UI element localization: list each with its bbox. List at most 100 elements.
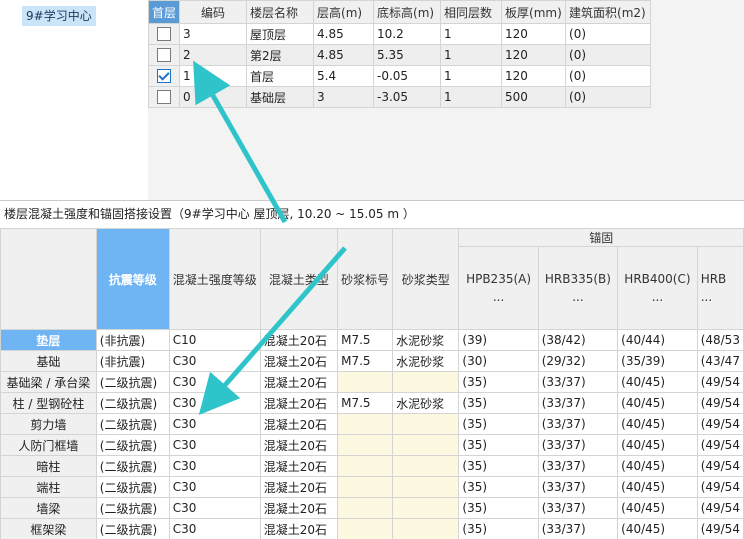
concrete-strength[interactable]: C30 bbox=[168, 497, 261, 519]
concrete-type[interactable]: 混凝土20石 bbox=[259, 413, 339, 435]
col-header-mortar-type[interactable]: 砂浆类型 bbox=[392, 228, 460, 330]
component-name[interactable]: 暗柱 bbox=[0, 455, 97, 477]
concrete-strength[interactable]: C30 bbox=[168, 455, 261, 477]
floor-area[interactable]: (0) bbox=[565, 86, 652, 108]
tree-node-project[interactable]: 9#学习中心 bbox=[22, 6, 96, 26]
floor-area[interactable]: (0) bbox=[565, 44, 652, 66]
component-row[interactable]: 暗柱 (二级抗震) C30 混凝土20石 (35) (33/37) (40/45) (49/5… bbox=[0, 455, 744, 477]
col-header-mortar-grade[interactable]: 砂浆标号 bbox=[337, 228, 394, 330]
col-header-hpb235[interactable]: HPB235(A) ... bbox=[458, 246, 539, 330]
col-header-bottom-elevation[interactable]: 底标高(m) bbox=[373, 0, 442, 24]
anchor-hpb235[interactable]: (35) bbox=[458, 455, 539, 477]
first-floor-checkbox-cell[interactable] bbox=[147, 86, 181, 108]
concrete-type[interactable]: 混凝土20石 bbox=[259, 455, 339, 477]
first-floor-checkbox[interactable] bbox=[157, 48, 171, 63]
anchor-hrb-truncated[interactable]: (49/54 bbox=[696, 413, 744, 435]
anchor-hrb335[interactable]: (38/42) bbox=[537, 329, 619, 351]
floor-code[interactable]: 1 bbox=[179, 65, 248, 87]
mortar-grade[interactable] bbox=[337, 434, 394, 456]
anchor-hrb-truncated[interactable]: (43/47 bbox=[696, 350, 744, 372]
floor-bottom-elevation[interactable]: -0.05 bbox=[373, 65, 442, 87]
floor-name[interactable]: 屋顶层 bbox=[246, 23, 315, 45]
component-row[interactable]: 框架梁 (二级抗震) C30 混凝土20石 (35) (33/37) (40/45) (49/… bbox=[0, 518, 744, 539]
anchor-hrb400[interactable]: (40/45) bbox=[617, 371, 698, 393]
anchor-hrb335[interactable]: (33/37) bbox=[537, 434, 619, 456]
component-row[interactable]: 人防门框墙 (二级抗震) C30 混凝土20石 (35) (33/37) (40/45) (4… bbox=[0, 434, 744, 456]
floor-code[interactable]: 2 bbox=[179, 44, 248, 66]
mortar-type[interactable]: 水泥砂浆 bbox=[392, 392, 460, 414]
component-row[interactable]: 垫层 (非抗震) C10 混凝土20石 M7.5 水泥砂浆 (39) (38/42) (40/4… bbox=[0, 329, 744, 351]
floor-slab-thickness[interactable]: 500 bbox=[501, 86, 567, 108]
component-row[interactable]: 基础梁 / 承台梁 (二级抗震) C30 混凝土20石 (35) (33/37) (40/4… bbox=[0, 371, 744, 393]
mortar-grade[interactable] bbox=[337, 455, 394, 477]
component-row[interactable]: 柱 / 型钢砼柱 (二级抗震) C30 混凝土20石 M7.5 水泥砂浆 (35) (33/3… bbox=[0, 392, 744, 414]
anchor-hrb-truncated[interactable]: (48/53 bbox=[696, 329, 744, 351]
first-floor-checkbox[interactable] bbox=[157, 69, 171, 84]
mortar-grade[interactable]: M7.5 bbox=[337, 392, 394, 414]
floor-same-count[interactable]: 1 bbox=[440, 23, 503, 45]
anchor-hpb235[interactable]: (35) bbox=[458, 371, 539, 393]
anchor-hrb400[interactable]: (40/45) bbox=[617, 413, 698, 435]
mortar-type[interactable] bbox=[392, 497, 460, 519]
floor-area[interactable]: (0) bbox=[565, 65, 652, 87]
first-floor-checkbox-cell[interactable] bbox=[147, 65, 181, 87]
component-name[interactable]: 框架梁 bbox=[0, 518, 97, 539]
mortar-grade[interactable] bbox=[337, 497, 394, 519]
component-name[interactable]: 墙梁 bbox=[0, 497, 97, 519]
anchor-hrb-truncated[interactable]: (49/54 bbox=[696, 392, 744, 414]
floor-same-count[interactable]: 1 bbox=[440, 44, 503, 66]
component-name[interactable]: 剪力墙 bbox=[0, 413, 97, 435]
anchor-hpb235[interactable]: (30) bbox=[458, 350, 539, 372]
floor-name[interactable]: 首层 bbox=[246, 65, 315, 87]
mortar-type[interactable] bbox=[392, 455, 460, 477]
concrete-type[interactable]: 混凝土20石 bbox=[259, 434, 339, 456]
floor-code[interactable]: 0 bbox=[179, 86, 248, 108]
mortar-type[interactable] bbox=[392, 413, 460, 435]
mortar-grade[interactable]: M7.5 bbox=[337, 329, 394, 351]
concrete-strength[interactable]: C30 bbox=[168, 434, 261, 456]
first-floor-checkbox-cell[interactable] bbox=[147, 44, 181, 66]
anchor-hrb335[interactable]: (33/37) bbox=[537, 476, 619, 498]
mortar-grade[interactable]: M7.5 bbox=[337, 350, 394, 372]
first-floor-checkbox[interactable] bbox=[157, 27, 171, 42]
anchor-hrb400[interactable]: (40/45) bbox=[617, 434, 698, 456]
seismic-level[interactable]: (非抗震) bbox=[95, 350, 170, 372]
seismic-level[interactable]: (二级抗震) bbox=[95, 434, 170, 456]
mortar-type[interactable] bbox=[392, 434, 460, 456]
concrete-type[interactable]: 混凝土20石 bbox=[259, 497, 339, 519]
col-header-code[interactable]: 编码 bbox=[179, 0, 248, 24]
component-name[interactable]: 柱 / 型钢砼柱 bbox=[0, 392, 97, 414]
anchor-hrb-truncated[interactable]: (49/54 bbox=[696, 434, 744, 456]
seismic-level[interactable]: (二级抗震) bbox=[95, 392, 170, 414]
mortar-grade[interactable] bbox=[337, 413, 394, 435]
floor-area[interactable]: (0) bbox=[565, 23, 652, 45]
col-header-seismic[interactable]: 抗震等级 bbox=[95, 228, 170, 330]
floor-name[interactable]: 基础层 bbox=[246, 86, 315, 108]
anchor-hrb-truncated[interactable]: (49/54 bbox=[696, 455, 744, 477]
mortar-type[interactable] bbox=[392, 518, 460, 539]
floor-bottom-elevation[interactable]: 5.35 bbox=[373, 44, 442, 66]
col-header-first-floor[interactable]: 首层 bbox=[147, 0, 181, 24]
col-header-area[interactable]: 建筑面积(m2) bbox=[565, 0, 652, 24]
anchor-hrb335[interactable]: (33/37) bbox=[537, 413, 619, 435]
anchor-hpb235[interactable]: (35) bbox=[458, 476, 539, 498]
seismic-level[interactable]: (二级抗震) bbox=[95, 476, 170, 498]
col-header-height[interactable]: 层高(m) bbox=[313, 0, 375, 24]
anchor-hpb235[interactable]: (35) bbox=[458, 434, 539, 456]
mortar-grade[interactable] bbox=[337, 476, 394, 498]
anchor-hrb-truncated[interactable]: (49/54 bbox=[696, 476, 744, 498]
floor-row[interactable]: 3 屋顶层 4.85 10.2 1 120 (0) bbox=[147, 23, 652, 45]
anchor-hrb-truncated[interactable]: (49/54 bbox=[696, 371, 744, 393]
anchor-hrb400[interactable]: (40/45) bbox=[617, 455, 698, 477]
floor-slab-thickness[interactable]: 120 bbox=[501, 23, 567, 45]
concrete-type[interactable]: 混凝土20石 bbox=[259, 392, 339, 414]
component-name[interactable]: 基础 bbox=[0, 350, 97, 372]
anchor-hrb-truncated[interactable]: (49/54 bbox=[696, 518, 744, 539]
floor-row[interactable]: 1 首层 5.4 -0.05 1 120 (0) bbox=[147, 65, 652, 87]
col-header-strength[interactable]: 混凝土强度等级 bbox=[168, 228, 261, 330]
anchor-hpb235[interactable]: (35) bbox=[458, 392, 539, 414]
anchor-hpb235[interactable]: (35) bbox=[458, 413, 539, 435]
seismic-level[interactable]: (二级抗震) bbox=[95, 455, 170, 477]
col-header-same-count[interactable]: 相同层数 bbox=[440, 0, 503, 24]
component-name[interactable]: 端柱 bbox=[0, 476, 97, 498]
